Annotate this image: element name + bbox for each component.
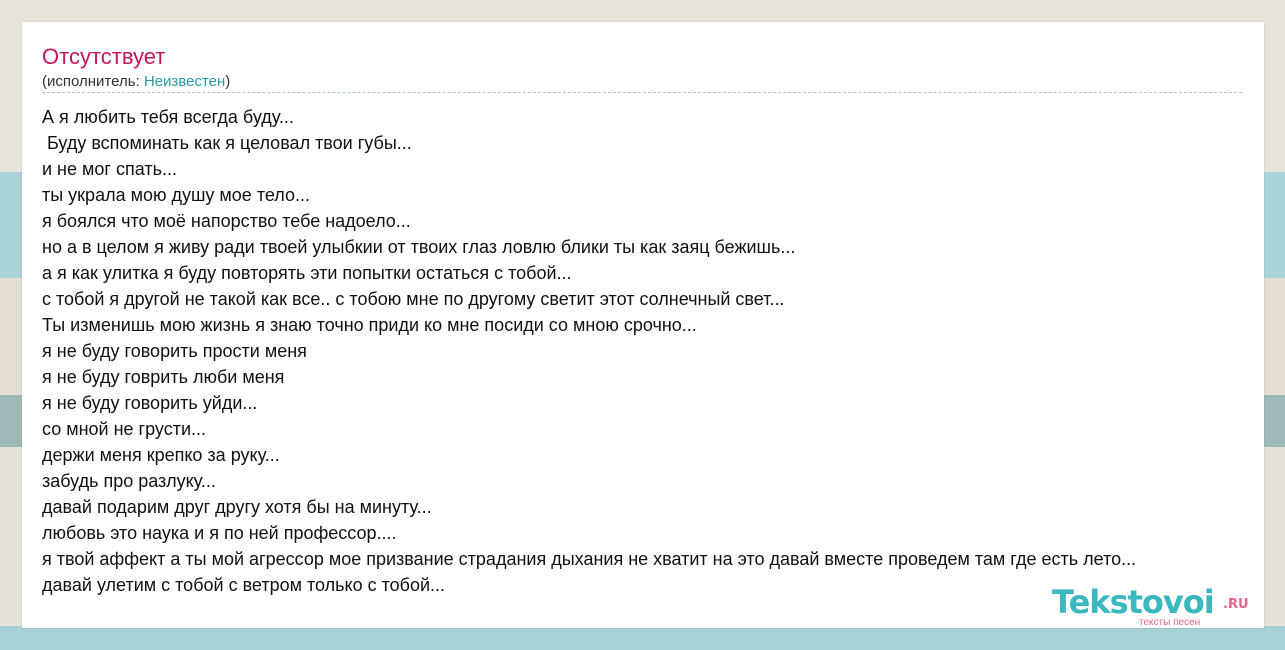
artist-link[interactable]: Неизвестен	[144, 73, 225, 90]
lyrics-text: А я любить тебя всегда буду... Буду вспо…	[42, 104, 1264, 598]
artist-suffix: )	[225, 73, 231, 90]
lyric-line: с тобой я другой не такой как все.. с то…	[42, 289, 785, 309]
logo-tld: .RU	[1223, 597, 1249, 612]
lyric-line: но а в целом я живу ради твоей улыбкии о…	[42, 237, 796, 257]
lyric-line: давай подарим друг другу хотя бы на мину…	[42, 497, 432, 517]
lyric-line: я твой аффект а ты мой агрессор мое приз…	[42, 549, 1137, 569]
lyric-line: я не буду говорить уйди...	[42, 393, 258, 413]
logo-tagline: тексты песен	[1139, 617, 1201, 628]
lyric-line: Буду вспоминать как я целовал твои губы.…	[42, 133, 412, 153]
lyric-line: я боялся что моё напорство тебе надоело.…	[42, 211, 411, 231]
artist-prefix: (исполнитель:	[42, 73, 144, 90]
lyric-line: держи меня крепко за руку...	[42, 445, 280, 465]
lyric-line: и не мог спать...	[42, 159, 177, 179]
lyric-line: забудь про разлуку...	[42, 471, 216, 491]
tekstovoi-logo[interactable]: Tekstovoi .RU тексты песен	[1052, 582, 1252, 628]
song-title: Отсутствует	[42, 44, 166, 69]
lyrics-card: Отсутствует (исполнитель: Неизвестен) А …	[22, 22, 1264, 628]
artist-line: (исполнитель: Неизвестен)	[42, 73, 230, 91]
lyric-line: со мной не грусти...	[42, 419, 207, 439]
header-divider	[42, 92, 1242, 93]
logo-wordmark: Tekstovoi	[1052, 583, 1215, 621]
lyric-line: я не буду говрить люби меня	[42, 367, 285, 387]
lyric-line: Ты изменишь мою жизнь я знаю точно приди…	[42, 315, 697, 335]
lyric-line: А я любить тебя всегда буду...	[42, 107, 294, 127]
lyric-line: ты украла мою душу мое тело...	[42, 185, 310, 205]
lyric-line: а я как улитка я буду повторять эти попы…	[42, 263, 572, 283]
lyric-line: любовь это наука и я по ней профессор...…	[42, 523, 397, 543]
lyric-line: я не буду говорить прости меня	[42, 341, 307, 361]
